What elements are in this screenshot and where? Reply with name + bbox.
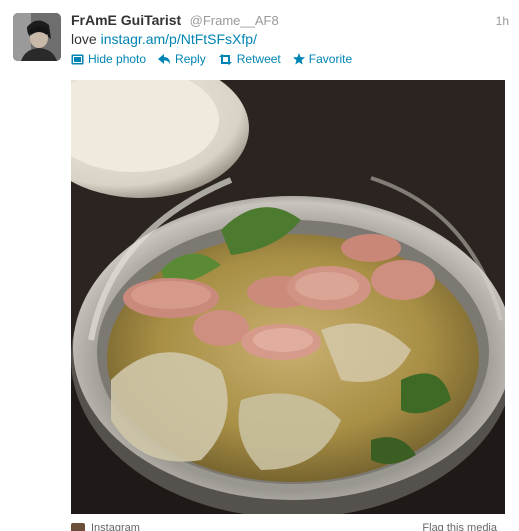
tweet-text-prefix: love — [71, 31, 101, 47]
flag-media-link[interactable]: Flag this media — [422, 522, 497, 531]
reply-arrow-icon — [158, 53, 171, 64]
media-source[interactable]: Instagram — [91, 522, 140, 531]
retweet-button[interactable]: Retweet — [218, 52, 281, 66]
fullname[interactable]: FrAmE GuiTarist — [71, 12, 181, 28]
tweet: FrAmE GuiTarist @Frame__AF8 1h love inst… — [0, 0, 519, 531]
instagram-link[interactable]: instagr.am/p/NtFtSFsXfp/ — [101, 31, 257, 47]
media-photo[interactable] — [71, 80, 505, 514]
favorite-label: Favorite — [308, 52, 353, 66]
photo-icon — [71, 54, 84, 64]
retweet-label: Retweet — [236, 52, 281, 66]
reply-label: Reply — [175, 52, 206, 66]
tweet-header: FrAmE GuiTarist @Frame__AF8 1h — [71, 12, 511, 32]
instagram-icon — [71, 523, 85, 531]
timestamp[interactable]: 1h — [496, 14, 509, 28]
tweet-actions: Hide photo Reply Retweet Favorite — [71, 51, 364, 67]
username[interactable]: @Frame__AF8 — [190, 13, 279, 28]
star-icon — [292, 53, 305, 65]
hide-photo-label: Hide photo — [88, 52, 147, 66]
retweet-icon — [218, 53, 232, 65]
favorite-button[interactable]: Favorite — [292, 52, 353, 66]
avatar[interactable] — [13, 13, 61, 61]
soup-photo — [71, 80, 505, 514]
hide-photo-button[interactable]: Hide photo — [71, 52, 146, 66]
media-footer: Instagram Flag this media — [71, 521, 519, 531]
reply-button[interactable]: Reply — [158, 52, 206, 66]
tweet-text: love instagr.am/p/NtFtSFsXfp/ — [71, 30, 257, 48]
